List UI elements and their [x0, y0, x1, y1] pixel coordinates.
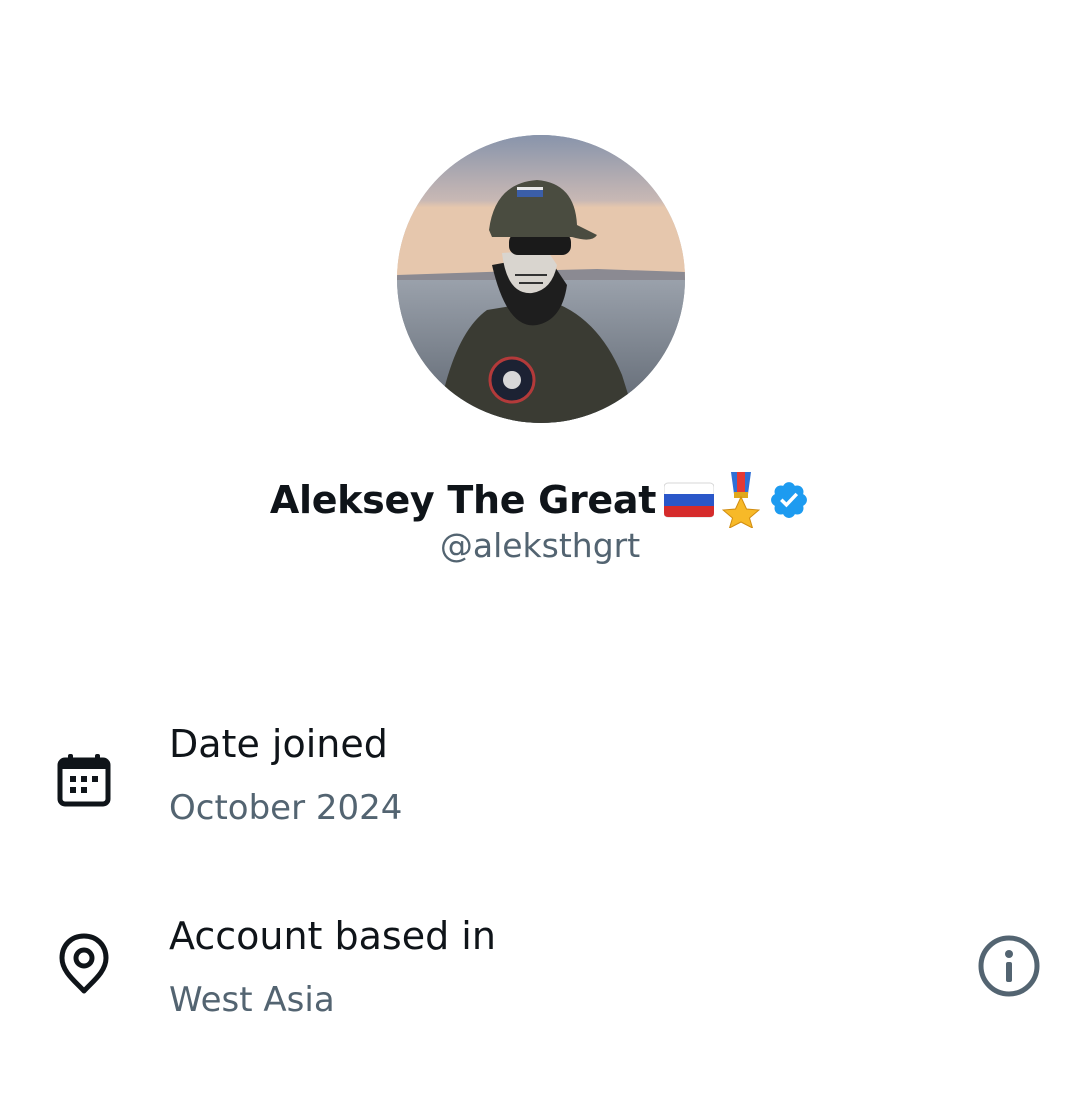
military-medal-icon [722, 472, 761, 528]
calendar-icon [52, 748, 116, 812]
date-joined-label: Date joined [169, 722, 388, 766]
info-icon[interactable] [976, 933, 1042, 999]
location-pin-icon [52, 932, 116, 996]
profile-avatar[interactable] [397, 135, 685, 423]
profile-handle[interactable]: @aleksthgrt [0, 526, 1080, 565]
account-location-row: Account based in West Asia [0, 902, 1080, 1022]
date-joined-row: Date joined October 2024 [0, 710, 1080, 830]
avatar-photo [397, 135, 685, 423]
display-name: Aleksey The Great [269, 478, 657, 522]
profile-name-row: Aleksey The Great [0, 470, 1080, 530]
verified-badge-icon[interactable] [768, 479, 810, 521]
account-location-value: West Asia [169, 980, 335, 1020]
russia-flag-icon [664, 482, 715, 518]
date-joined-value: October 2024 [169, 788, 403, 828]
account-location-label: Account based in [169, 914, 496, 958]
